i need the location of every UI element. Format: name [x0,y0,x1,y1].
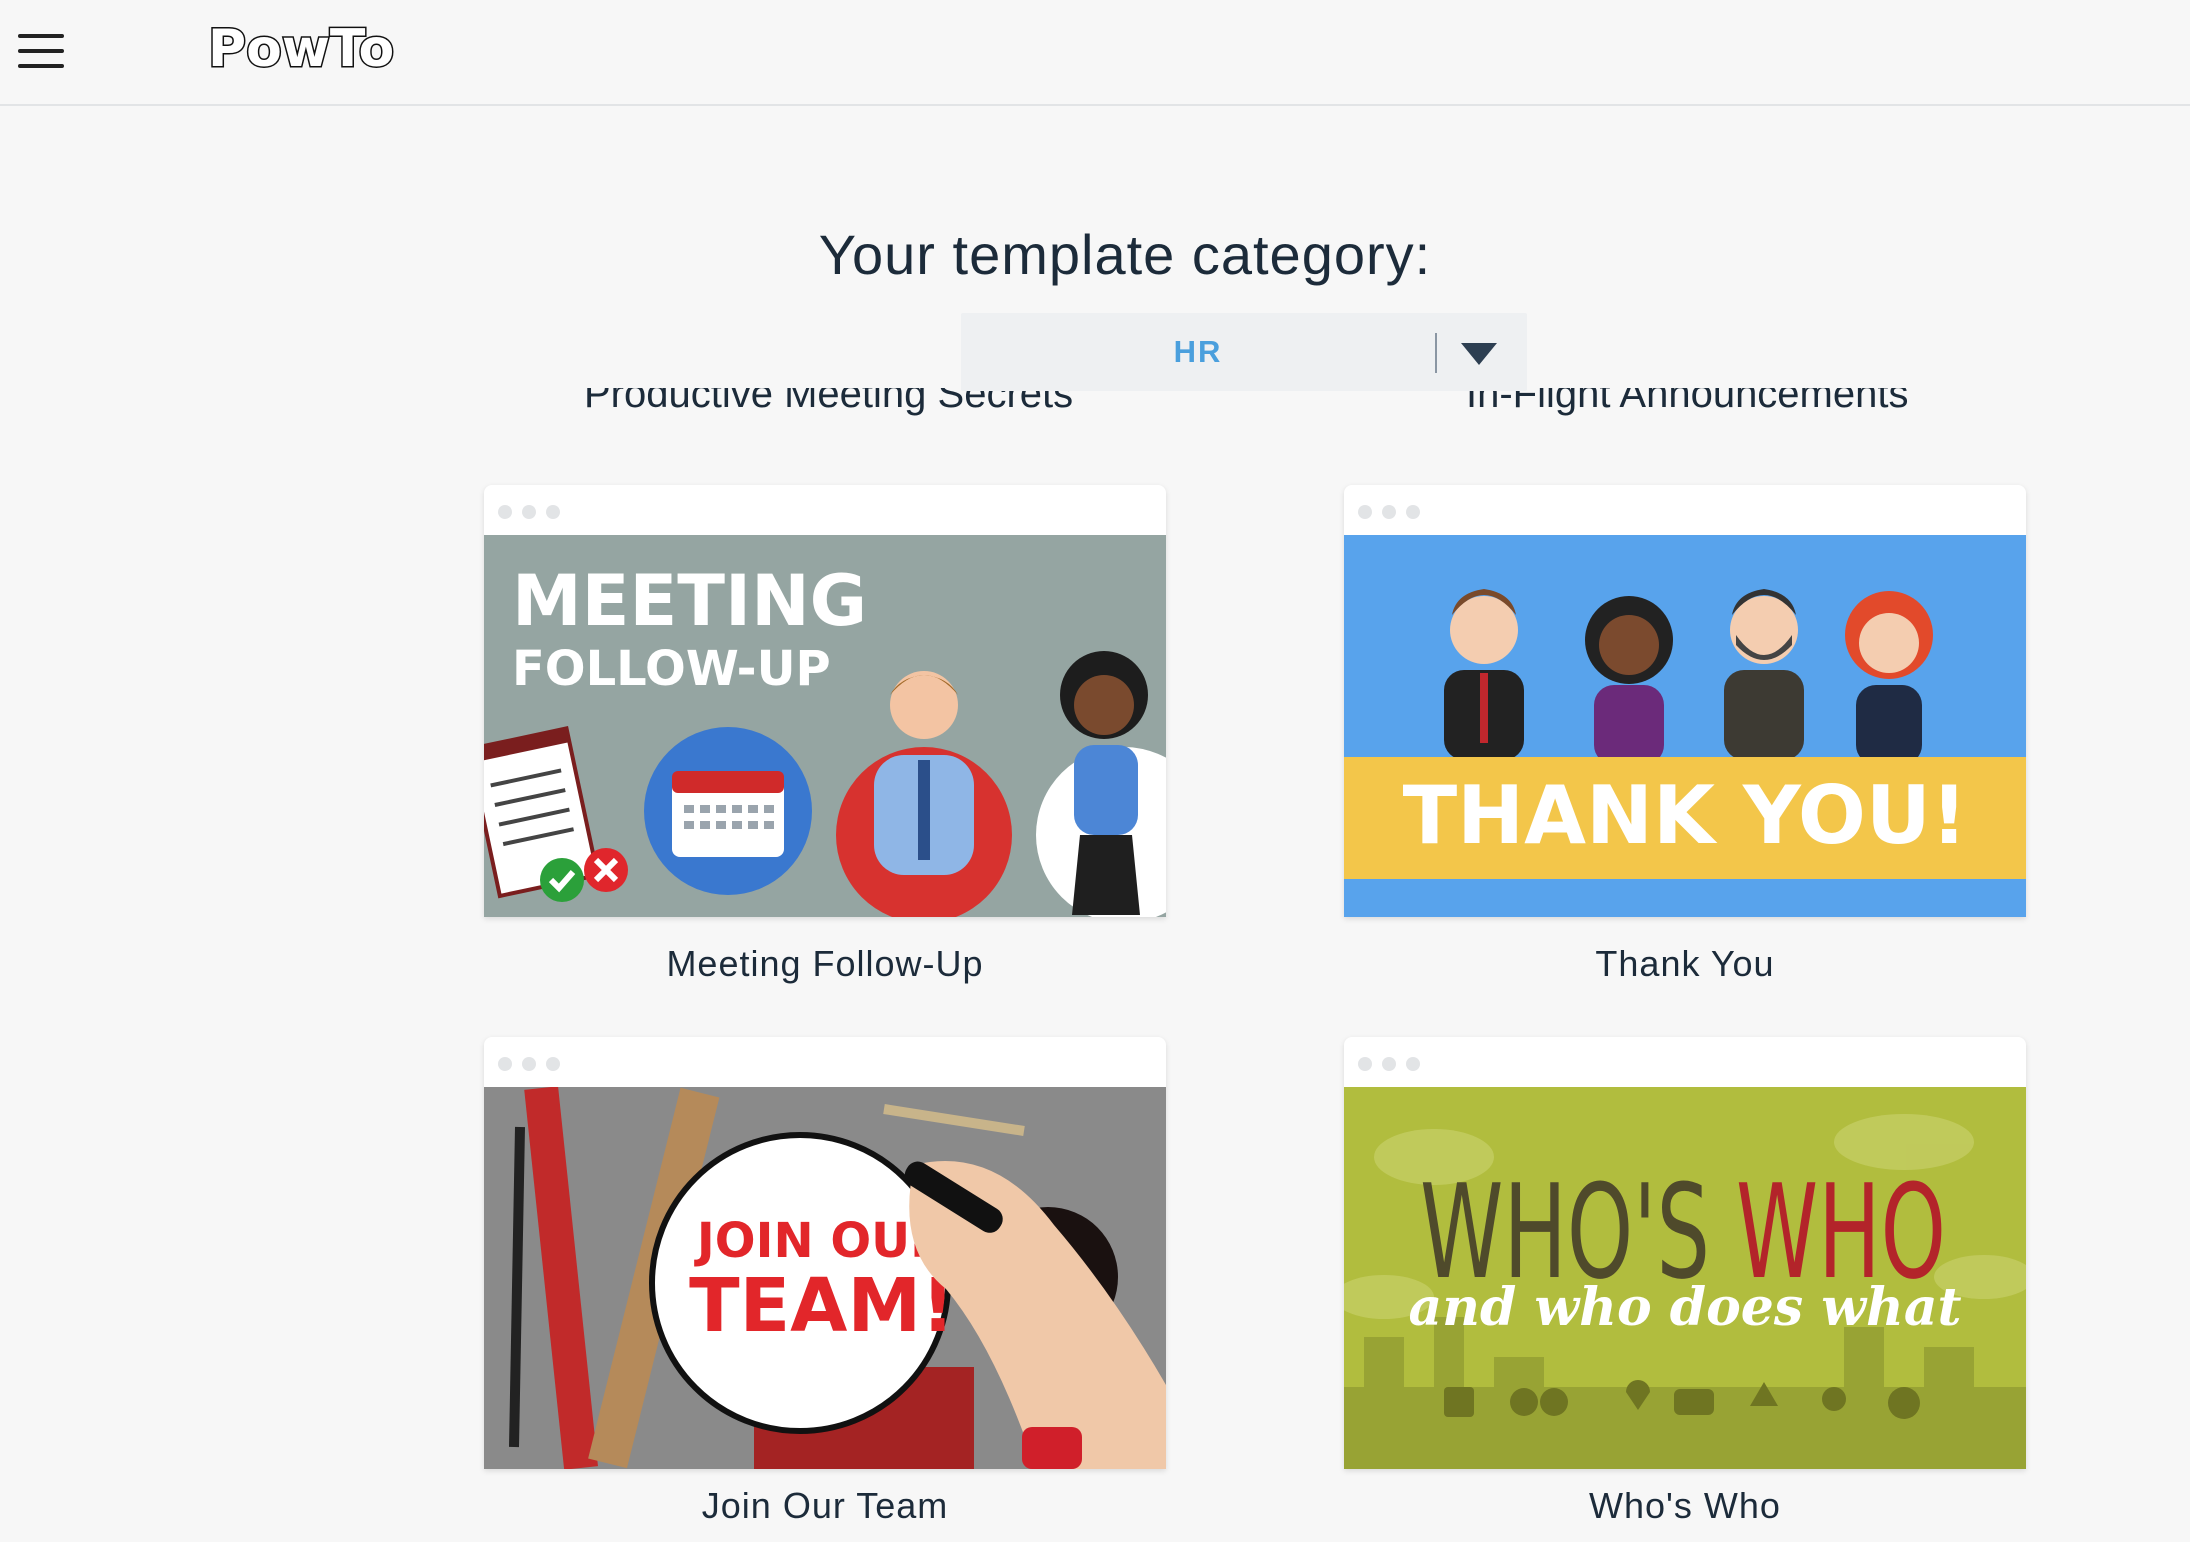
template-thumbnail[interactable]: MEETING FOLLOW-UP [484,535,1166,917]
template-thumbnail[interactable]: JOIN OUR TEAM! [484,1087,1166,1469]
hidden-caption-left: Productive Meeting Secrets [584,388,1074,416]
template-title[interactable]: Thank You [1344,943,2026,985]
select-divider [1435,333,1437,373]
svg-text:MEETING: MEETING [512,560,867,642]
hidden-caption-right: In-Flight Announcements [1466,388,1909,416]
svg-text:and who does what: and who does what [1408,1277,1961,1338]
svg-text:TEAM!: TEAM! [689,1263,955,1349]
hamburger-line [18,64,64,68]
window-dots [1358,1057,1430,1071]
template-thumbnail[interactable]: WHO'S WHO and who does what [1344,1087,2026,1469]
hamburger-line [18,49,64,53]
category-select-value: HR [1173,334,1223,369]
template-thumbnail[interactable]: THANK YOU! [1344,535,2026,917]
template-title[interactable]: Who's Who [1344,1485,2026,1527]
template-frame: JOIN OUR TEAM! [484,1037,1166,1469]
caret-down-icon[interactable] [1461,343,1497,365]
window-dots [1358,505,1430,519]
template-title[interactable]: Meeting Follow-Up [484,943,1166,985]
svg-text:THANK YOU!: THANK YOU! [1403,769,1968,862]
page-heading-text: Your template category: [818,223,1432,286]
template-frame: THANK YOU! [1344,485,2026,917]
powtoon-logo[interactable]: PowToon [204,14,395,81]
template-frame: MEETING FOLLOW-UP [484,485,1166,917]
hamburger-menu-icon[interactable] [18,32,64,70]
window-dots [498,505,570,519]
svg-text:JOIN OUR: JOIN OUR [694,1213,947,1269]
svg-text:FOLLOW-UP: FOLLOW-UP [512,641,831,697]
page-heading: Your template category: [0,222,2190,287]
logo-text: PowToon [208,19,394,79]
window-dots [498,1057,570,1071]
template-frame: WHO'S WHO and who does what [1344,1037,2026,1469]
template-title[interactable]: Join Our Team [484,1485,1166,1527]
top-bar: PowToon [0,0,2190,106]
category-select[interactable]: HR [961,313,1527,391]
hamburger-line [18,34,64,38]
